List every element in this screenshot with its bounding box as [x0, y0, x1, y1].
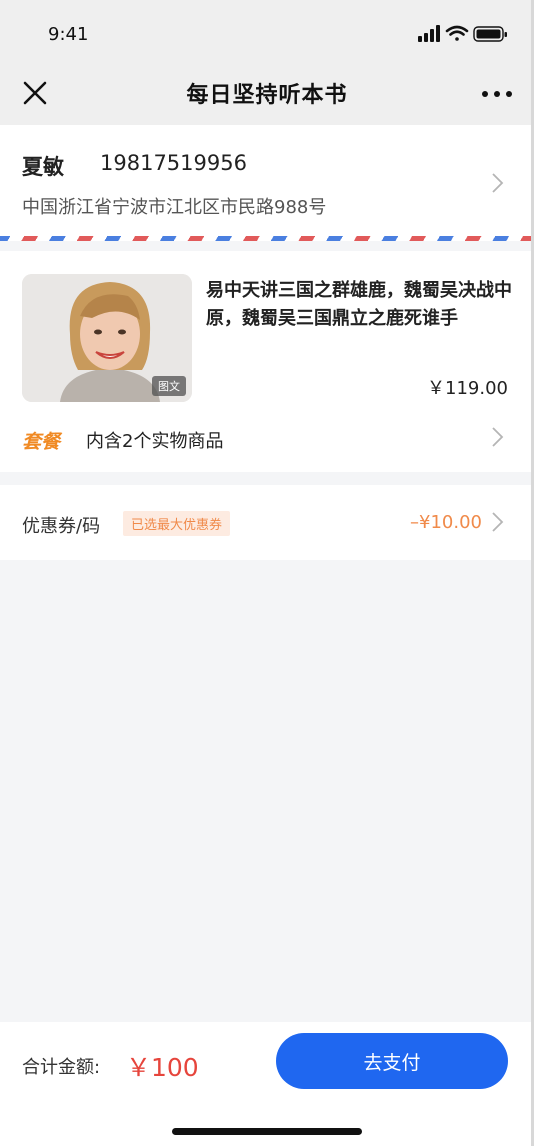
chevron-right-icon — [492, 173, 504, 193]
total-amount: ￥100 — [126, 1053, 199, 1082]
status-bar: 9:41 — [0, 0, 534, 68]
recipient-phone: 19817519956 — [100, 151, 247, 175]
status-icons — [418, 25, 507, 42]
nav-bar: 每日坚持听本书 — [0, 68, 534, 125]
checkout-footer: 合计金额: ￥100 去支付 — [0, 1022, 534, 1146]
product-card[interactable]: 图文 易中天讲三国之群雄鹿，魏蜀吴决战中原，魏蜀吴三国鼎立之鹿死谁手 ￥119.… — [0, 251, 534, 472]
pay-button[interactable]: 去支付 — [276, 1033, 508, 1089]
airmail-stripe-divider — [0, 236, 534, 241]
coupon-status-badge: 已选最大优惠券 — [123, 511, 231, 536]
product-cover: 图文 — [22, 274, 192, 402]
chevron-right-icon — [492, 427, 504, 447]
coupon-label: 优惠券/码 — [22, 516, 101, 537]
page-title: 每日坚持听本书 — [186, 83, 348, 108]
wifi-icon — [445, 25, 469, 41]
address-card[interactable]: 夏敏 19817519956 中国浙江省宁波市江北区市民路988号 — [0, 125, 534, 237]
address-detail: 中国浙江省宁波市江北区市民路988号 — [22, 197, 327, 218]
package-badge: 套餐 — [22, 431, 61, 453]
battery-icon — [473, 26, 507, 42]
coupon-row[interactable]: 优惠券/码 已选最大优惠券 –¥10.00 — [0, 485, 534, 560]
product-price: ￥119.00 — [427, 378, 508, 399]
coupon-discount: –¥10.00 — [410, 512, 482, 533]
package-description: 内含2个实物商品 — [86, 431, 224, 452]
recipient-name: 夏敏 — [22, 155, 64, 179]
chevron-right-icon — [492, 512, 504, 532]
status-time: 9:41 — [48, 24, 89, 45]
product-title: 易中天讲三国之群雄鹿，魏蜀吴决战中原，魏蜀吴三国鼎立之鹿死谁手 — [206, 280, 512, 329]
cover-tag: 图文 — [152, 376, 186, 396]
total-label: 合计金额: — [22, 1057, 101, 1078]
signal-icon — [418, 25, 440, 42]
more-icon[interactable] — [480, 82, 514, 106]
home-indicator — [172, 1128, 362, 1135]
